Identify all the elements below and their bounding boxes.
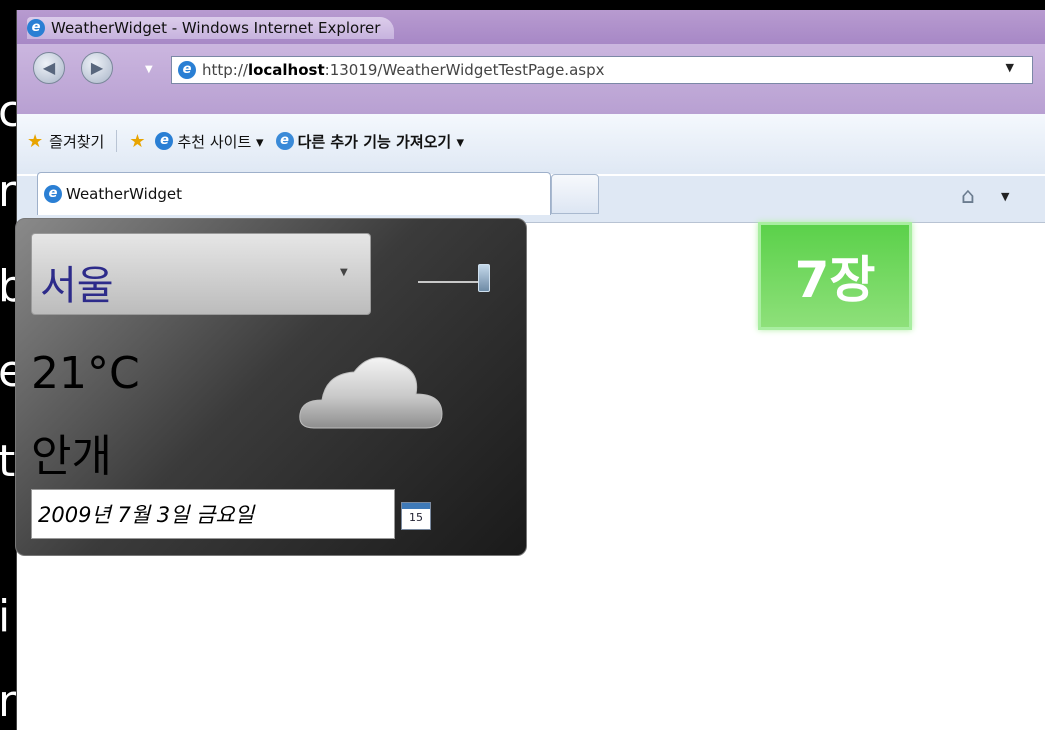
bg-letter: t [0,436,16,487]
slide-number-badge: 7장 [758,222,912,330]
calendar-icon[interactable]: 15 [401,502,431,530]
forward-button[interactable]: ▶ [81,52,113,84]
add-favorite-icon[interactable]: ★ [129,131,145,152]
bg-letter: i [0,591,11,642]
date-field[interactable]: 2009년 7월 3일 금요일 [31,489,395,539]
slider-thumb[interactable] [478,264,490,292]
weather-condition: 안개 [31,431,112,482]
ie-logo-icon: e [27,19,45,37]
page-icon: e [178,61,196,79]
chevron-down-icon: ▼ [340,267,348,278]
page-icon: e [275,132,294,150]
address-dropdown-icon[interactable]: ▼ [1006,61,1014,74]
badge-label: 7장 [794,251,876,309]
tab-weatherwidget[interactable]: e WeatherWidget [37,172,551,215]
history-dropdown-icon[interactable]: ▼ [145,64,153,75]
favorites-star-icon: ★ [27,130,44,152]
tab-label: WeatherWidget [66,185,182,203]
forward-arrow-icon: ▶ [90,58,104,77]
favorites-row: ★ 즐겨찾기 ★ e 추천 사이트 ▾ e 다른 추가 기능 가져오기 ▾ [27,130,464,152]
get-addons-button[interactable]: 다른 추가 기능 가져오기 ▾ [298,131,464,152]
home-dropdown-icon[interactable]: ▼ [1001,190,1009,203]
separator [116,130,118,152]
new-tab-button[interactable] [551,174,599,214]
address-url: http://localhost:13019/WeatherWidgetTest… [202,61,605,79]
temperature: 21°C [31,348,140,399]
title-area: e WeatherWidget - Windows Internet Explo… [27,17,395,39]
back-arrow-icon: ◀ [42,58,56,77]
bg-letter: r [0,166,17,217]
suggested-sites-button[interactable]: 추천 사이트 ▾ [177,131,263,152]
calendar-day: 15 [409,511,423,524]
ie-icon: e [155,132,174,150]
date-value: 2009년 7월 3일 금요일 [38,503,255,527]
address-bar[interactable]: e http://localhost:13019/WeatherWidgetTe… [171,56,1033,84]
cloud-icon [299,357,443,429]
tab-ie-icon: e [44,185,62,203]
title-bar[interactable]: e WeatherWidget - Windows Internet Explo… [17,10,1045,44]
slider-track[interactable] [418,281,482,283]
favorites-button[interactable]: 즐겨찾기 [49,131,104,152]
home-icon[interactable]: ⌂ [961,184,975,209]
window-title: WeatherWidget - Windows Internet Explore… [51,19,381,37]
city-value: 서울 [40,263,114,309]
back-button[interactable]: ◀ [33,52,65,84]
